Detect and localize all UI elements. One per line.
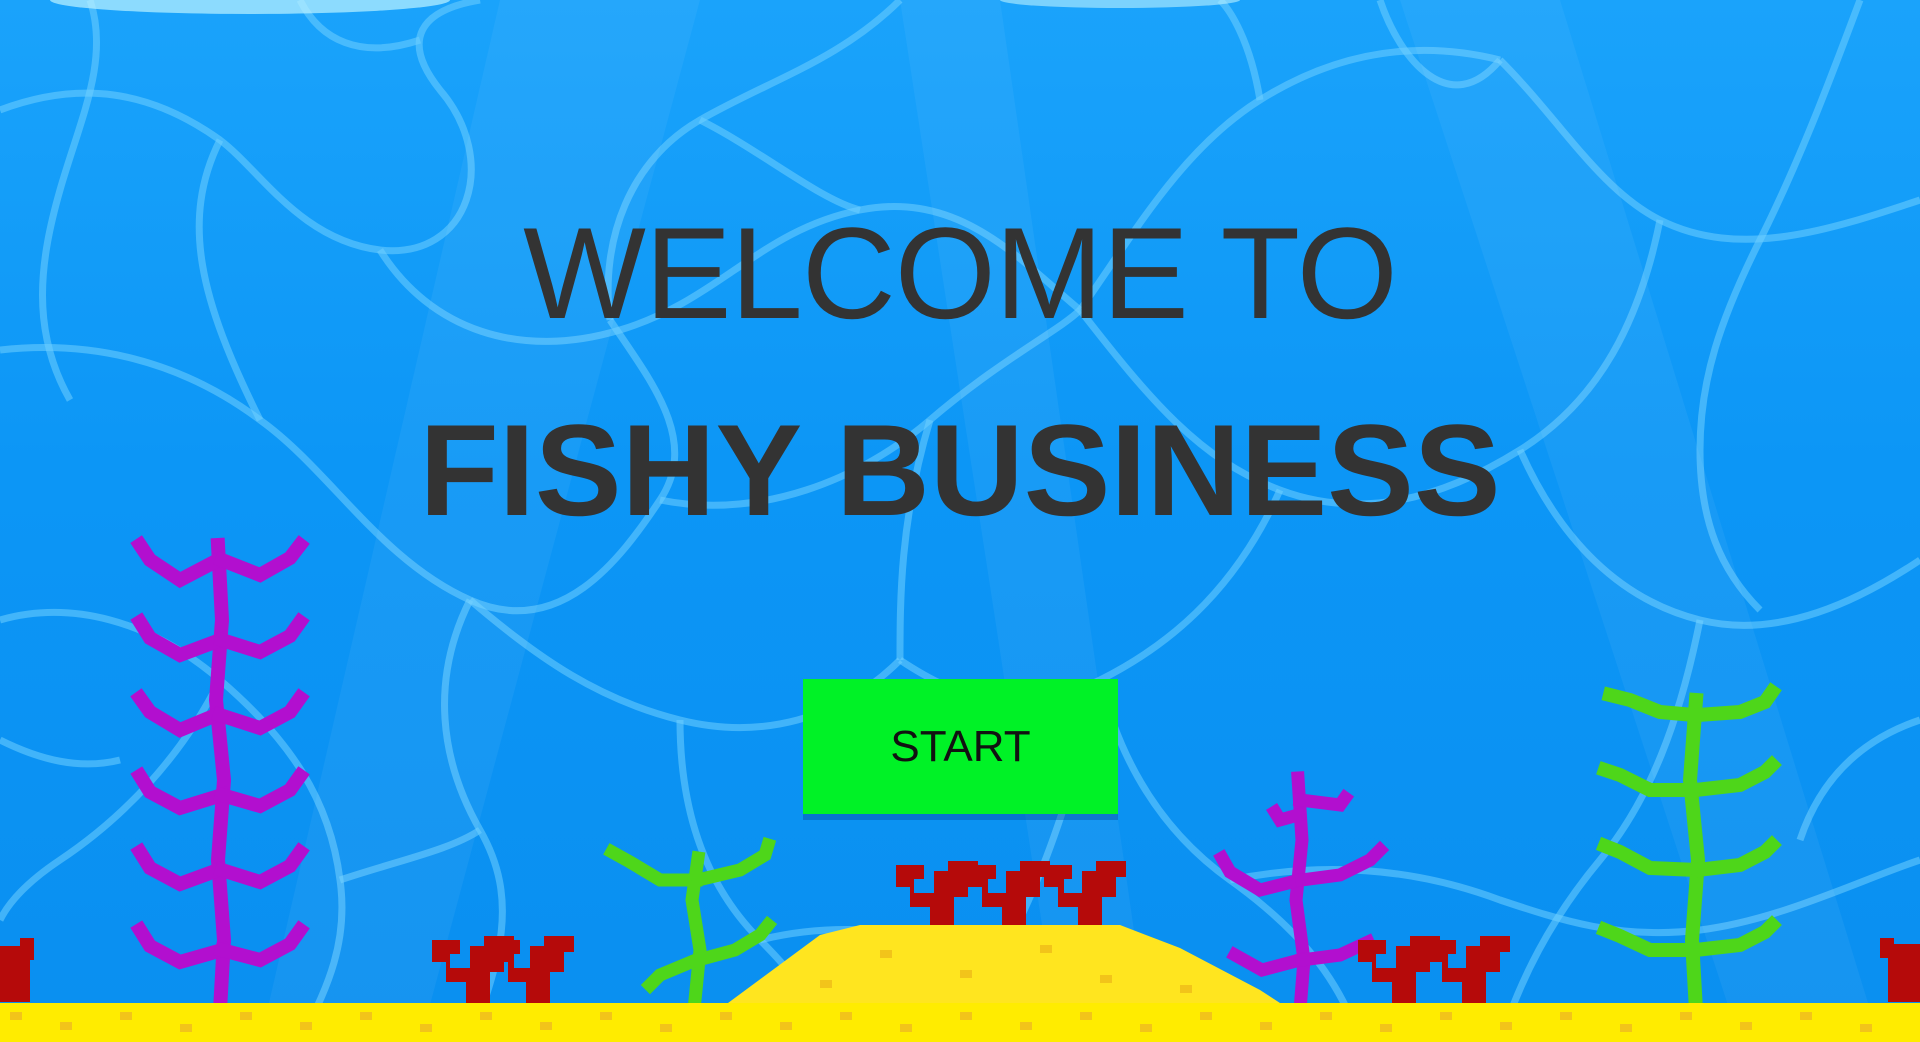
purple-seaweed-right xyxy=(1213,771,1390,1017)
green-seaweed-right xyxy=(1595,682,1782,1018)
title-welcome-line: WELCOME TO xyxy=(523,200,1398,346)
start-button[interactable]: START xyxy=(803,679,1118,814)
title-game-name: FISHY BUSINESS xyxy=(419,397,1501,543)
green-seaweed-left xyxy=(603,836,778,1018)
purple-seaweed-left xyxy=(130,535,310,1018)
game-title-screen: WELCOME TO FISHY BUSINESS START xyxy=(0,0,1920,1042)
